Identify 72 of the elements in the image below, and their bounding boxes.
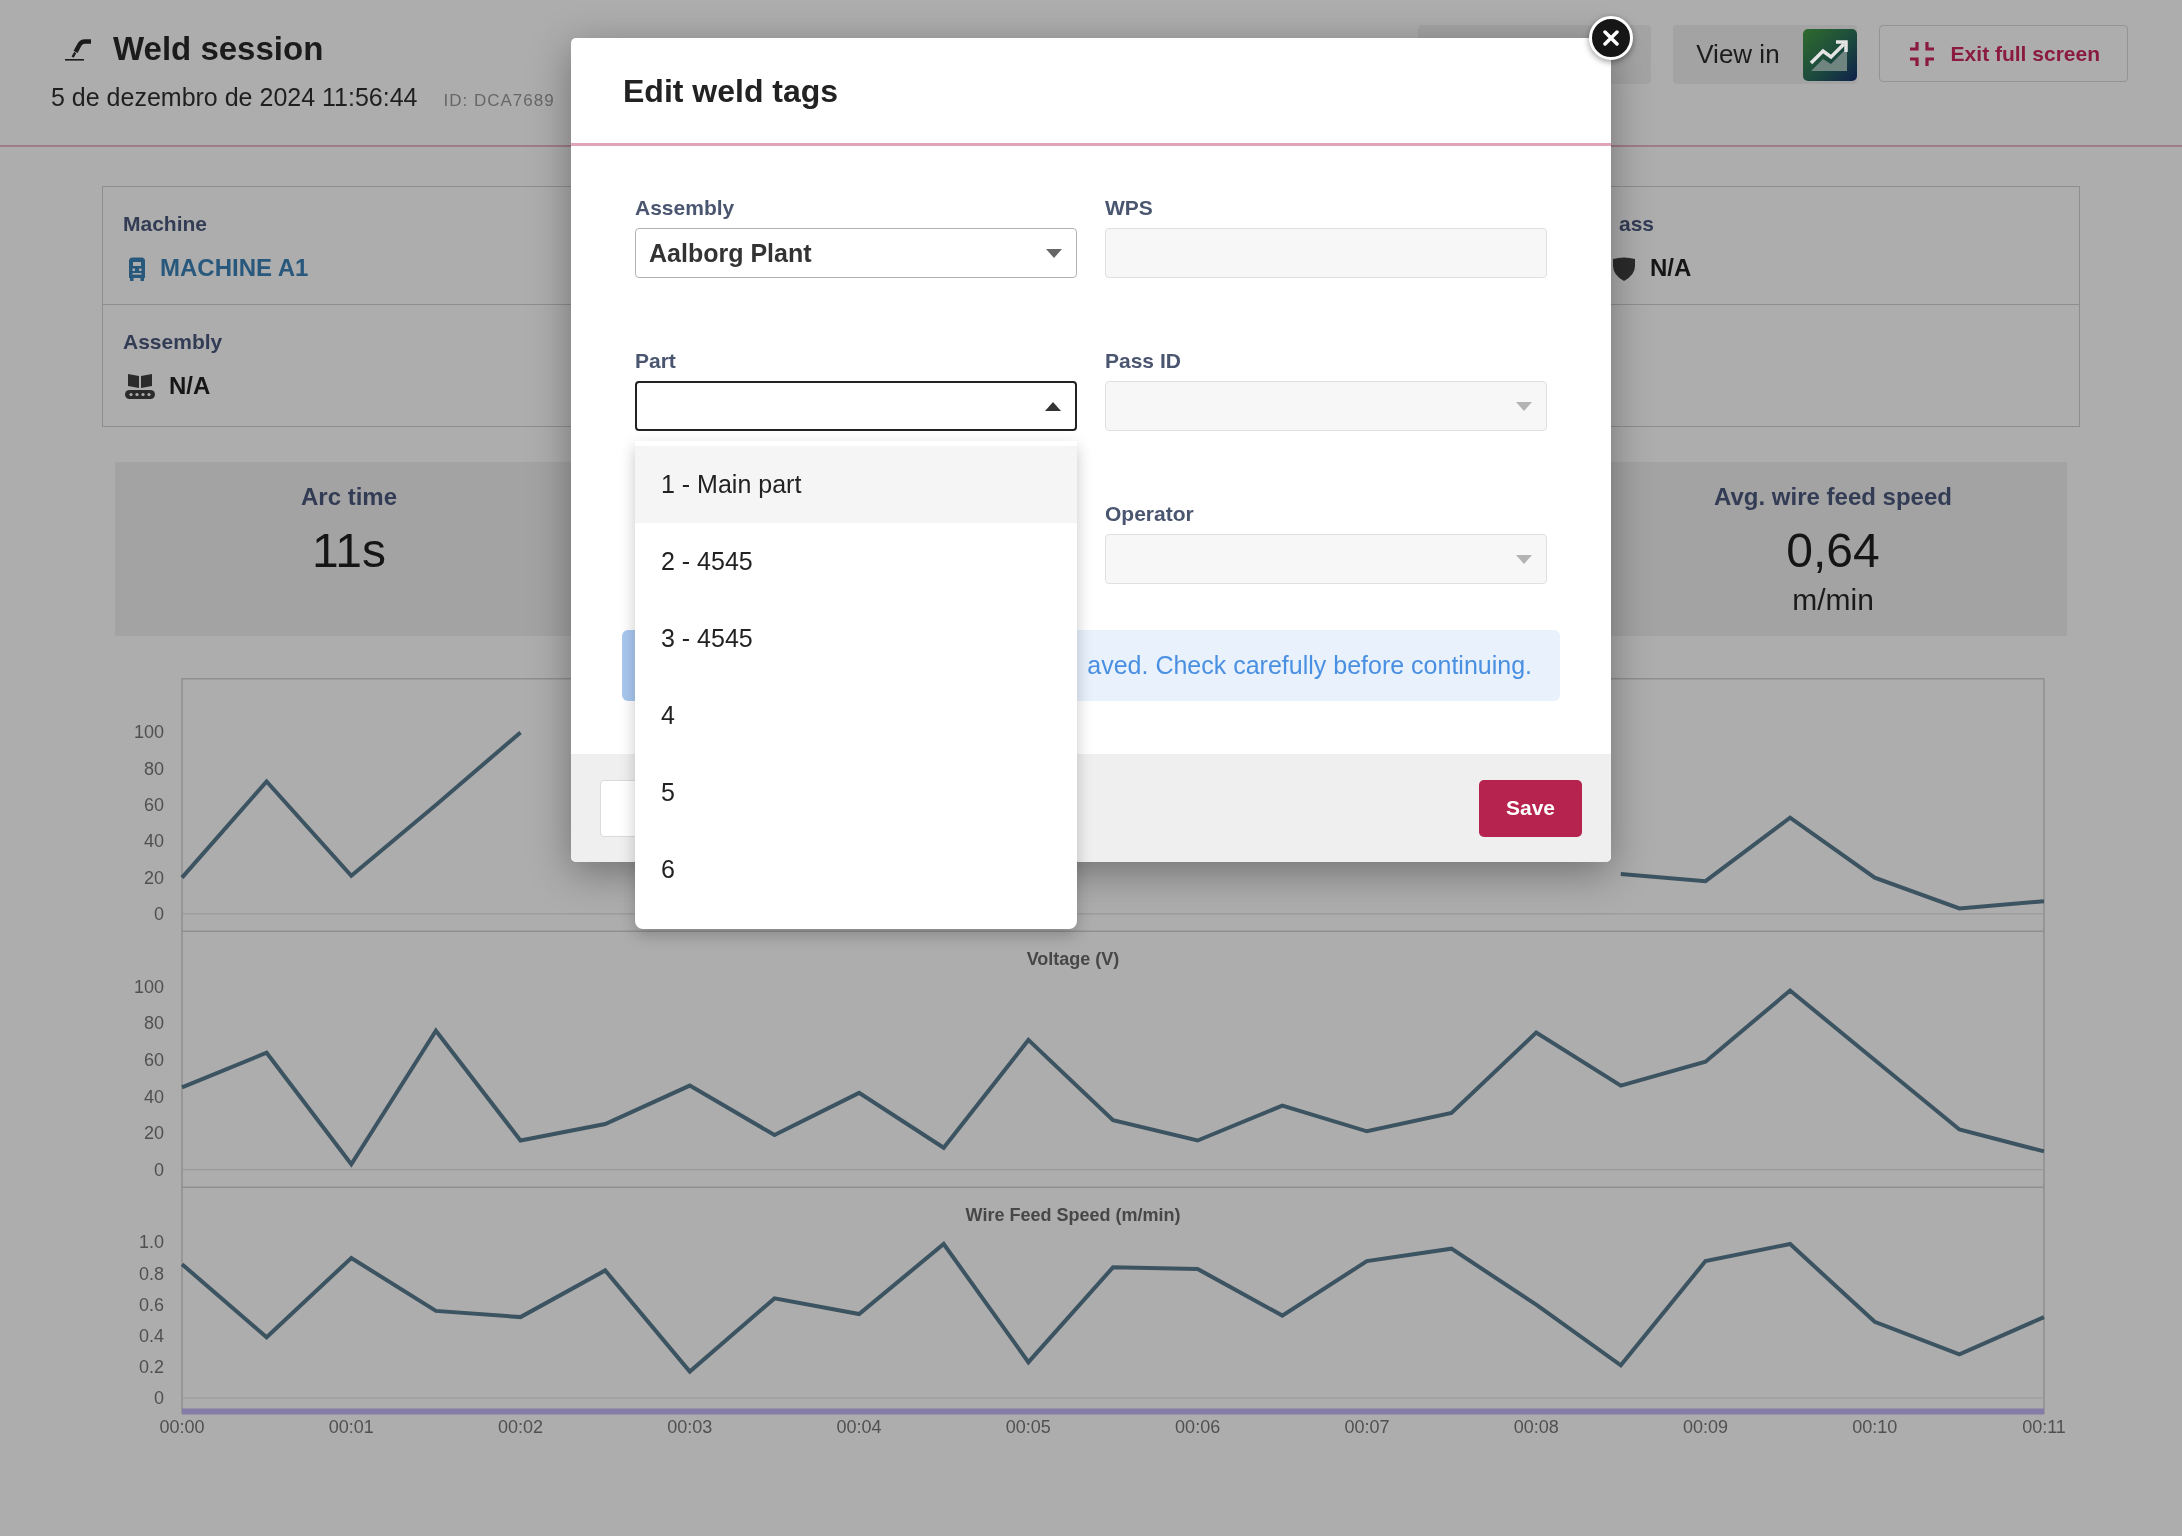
axis-label: 00:00 xyxy=(159,1417,205,1437)
detail-value: N/A xyxy=(1650,254,1692,282)
dropdown-option[interactable]: 5 xyxy=(635,754,1077,831)
axis-label: 00:10 xyxy=(1852,1417,1898,1437)
axis-label: 20 xyxy=(143,1123,164,1144)
caret-icon xyxy=(1516,401,1532,411)
stat-label: Arc time xyxy=(299,482,398,512)
stat-value: 11s xyxy=(311,523,387,579)
axis-label: 00:07 xyxy=(1344,1417,1390,1437)
field-label: Assembly xyxy=(635,195,736,221)
axis-label: 60 xyxy=(143,795,164,815)
select-field[interactable]: Aalborg Plant xyxy=(635,228,1077,278)
welding-torch-icon xyxy=(64,37,92,61)
shield-icon xyxy=(1612,255,1636,281)
axis-label: 00:06 xyxy=(1175,1417,1221,1437)
session-date: 5 de dezembro de 2024 11:56:44 xyxy=(51,82,418,113)
axis-label: 0 xyxy=(154,1388,164,1408)
exit-fullscreen-button[interactable]: Exit full screen xyxy=(1878,25,2128,82)
caret-icon xyxy=(1046,248,1062,258)
field-label: WPS xyxy=(1105,195,1154,221)
axis-label: 00:01 xyxy=(328,1417,374,1437)
axis-label: 00:08 xyxy=(1513,1417,1559,1437)
detail-value: N/A xyxy=(169,372,211,400)
stat-value: 0,64 xyxy=(1785,523,1881,579)
session-id: ID: DCA7689 xyxy=(443,91,555,111)
axis-label: 40 xyxy=(143,831,164,852)
caret-icon xyxy=(1045,401,1061,411)
dropdown-option[interactable]: 2 - 4545 xyxy=(635,523,1077,600)
axis-label: 00:03 xyxy=(667,1417,713,1437)
dialog-title: Edit weld tags xyxy=(623,71,839,111)
field-label: Part xyxy=(635,348,677,374)
book-on-conveyor-icon xyxy=(125,373,155,399)
axis-label: 100 xyxy=(133,976,164,997)
axis-label: 00:02 xyxy=(498,1417,544,1437)
axis-label: 00:11 xyxy=(2022,1417,2066,1437)
dropdown-option[interactable]: 6 xyxy=(635,831,1077,908)
detail-label: ass xyxy=(1618,211,1656,237)
stat-unit: m/min xyxy=(1791,583,1875,617)
save-button[interactable]: Save xyxy=(1479,779,1582,837)
dropdown-option[interactable]: 1 - Main part xyxy=(635,446,1077,523)
view-in-button[interactable]: View in xyxy=(1673,25,1857,84)
axis-label: 0.8 xyxy=(138,1263,164,1284)
axis-label: 0 xyxy=(154,1159,164,1180)
axis-label: 20 xyxy=(143,867,164,888)
axis-label: 00:05 xyxy=(1005,1417,1051,1437)
axis-label: 00:09 xyxy=(1682,1417,1728,1437)
axis-label: 100 xyxy=(133,722,164,743)
axis-label: 00:04 xyxy=(836,1417,882,1437)
detail-label: Assembly xyxy=(123,329,224,355)
axis-label: 80 xyxy=(143,758,164,779)
select-field[interactable] xyxy=(635,381,1077,431)
axis-label: 0 xyxy=(154,903,164,924)
axis-label: 0.2 xyxy=(138,1356,164,1377)
axis-label: 40 xyxy=(143,1086,164,1107)
compress-icon xyxy=(1908,40,1935,67)
chart-title: Voltage (V) xyxy=(1026,949,1120,969)
field-label: Operator xyxy=(1105,501,1195,527)
machine-icon xyxy=(128,255,146,281)
field-label: Pass ID xyxy=(1105,348,1182,374)
caret-icon xyxy=(1516,554,1532,564)
close-button[interactable] xyxy=(1589,16,1633,60)
axis-label: 0.6 xyxy=(138,1294,164,1315)
chart-app-icon xyxy=(1802,28,1857,81)
axis-label: 60 xyxy=(143,1050,164,1070)
axis-label: 0.4 xyxy=(138,1325,164,1346)
axis-label: 1.0 xyxy=(138,1232,164,1253)
chart-title: Wire Feed Speed (m/min) xyxy=(965,1205,1181,1225)
axis-label: 80 xyxy=(143,1013,164,1034)
close-icon xyxy=(1603,30,1619,46)
detail-label: Machine xyxy=(123,211,209,237)
page-title: Weld session xyxy=(113,29,324,69)
stat-label: Avg. wire feed speed xyxy=(1713,482,1953,512)
